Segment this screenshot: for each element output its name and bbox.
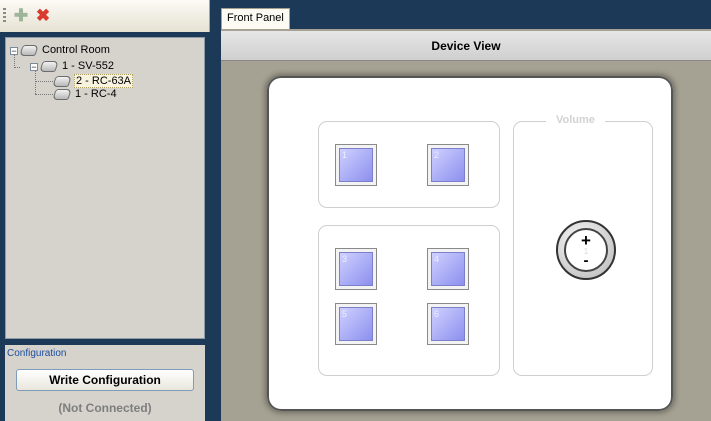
device-view-header: Device View — [221, 31, 711, 61]
tree-node-control-room[interactable]: − Control Room — [10, 44, 111, 57]
left-pane: ✚ ✖ − Control Room −1 - SV-552 2 - RC-63A… — [0, 0, 210, 421]
volume-label: Volume — [546, 114, 605, 126]
connection-status: (Not Connected) — [58, 401, 152, 415]
tree-node-label: 2 - RC-63A — [74, 74, 134, 88]
configuration-panel: Configuration Write Configuration (Not C… — [5, 345, 205, 421]
tab-front-panel[interactable]: Front Panel — [221, 8, 290, 29]
volume-knob[interactable]: + 1 - — [556, 220, 616, 280]
key-4[interactable]: 4 — [427, 248, 469, 290]
key-5[interactable]: 5 — [335, 303, 377, 345]
device-icon — [39, 61, 59, 72]
key-group-bottom: 3 4 5 6 — [318, 225, 500, 376]
tab-bar: Front Panel — [221, 0, 711, 29]
device-faceplate: 1 2 3 4 5 6 Volume + 1 - — [267, 76, 673, 411]
device-tree: − Control Room −1 - SV-552 2 - RC-63A 1 -… — [5, 37, 205, 339]
device-icon — [52, 76, 72, 87]
key-3[interactable]: 3 — [335, 248, 377, 290]
write-configuration-button[interactable]: Write Configuration — [16, 369, 194, 391]
volume-down-icon[interactable]: - — [566, 253, 606, 268]
device-stage: 1 2 3 4 5 6 Volume + 1 - — [221, 61, 711, 421]
front-panel-content: Device View 1 2 3 4 5 6 Volume + 1 - — [221, 29, 711, 421]
collapse-toggle[interactable]: − — [30, 62, 38, 71]
tree-node-label: 1 - SV-552 — [62, 60, 114, 72]
tree-toolbar: ✚ ✖ — [0, 0, 210, 32]
volume-group: Volume + 1 - — [513, 114, 653, 376]
configuration-title: Configuration — [7, 348, 67, 359]
device-icon — [19, 45, 39, 56]
tree-node-label: Control Room — [42, 44, 110, 56]
device-icon — [52, 89, 72, 100]
key-2[interactable]: 2 — [427, 144, 469, 186]
red-x-icon[interactable]: ✖ — [34, 7, 52, 25]
tree-node-sv-552[interactable]: − 1 - SV-552 — [30, 60, 115, 73]
collapse-toggle[interactable]: − — [10, 46, 18, 55]
key-group-top: 1 2 — [318, 121, 500, 208]
plus-icon[interactable]: ✚ — [12, 7, 30, 25]
key-1[interactable]: 1 — [335, 144, 377, 186]
tree-node-label: 1 - RC-4 — [75, 88, 117, 100]
tree-node-rc-63a[interactable]: 2 - RC-63A — [52, 74, 134, 88]
toolbar-grip[interactable] — [3, 8, 6, 24]
tree-node-rc-4[interactable]: 1 - RC-4 — [52, 88, 118, 101]
key-6[interactable]: 6 — [427, 303, 469, 345]
